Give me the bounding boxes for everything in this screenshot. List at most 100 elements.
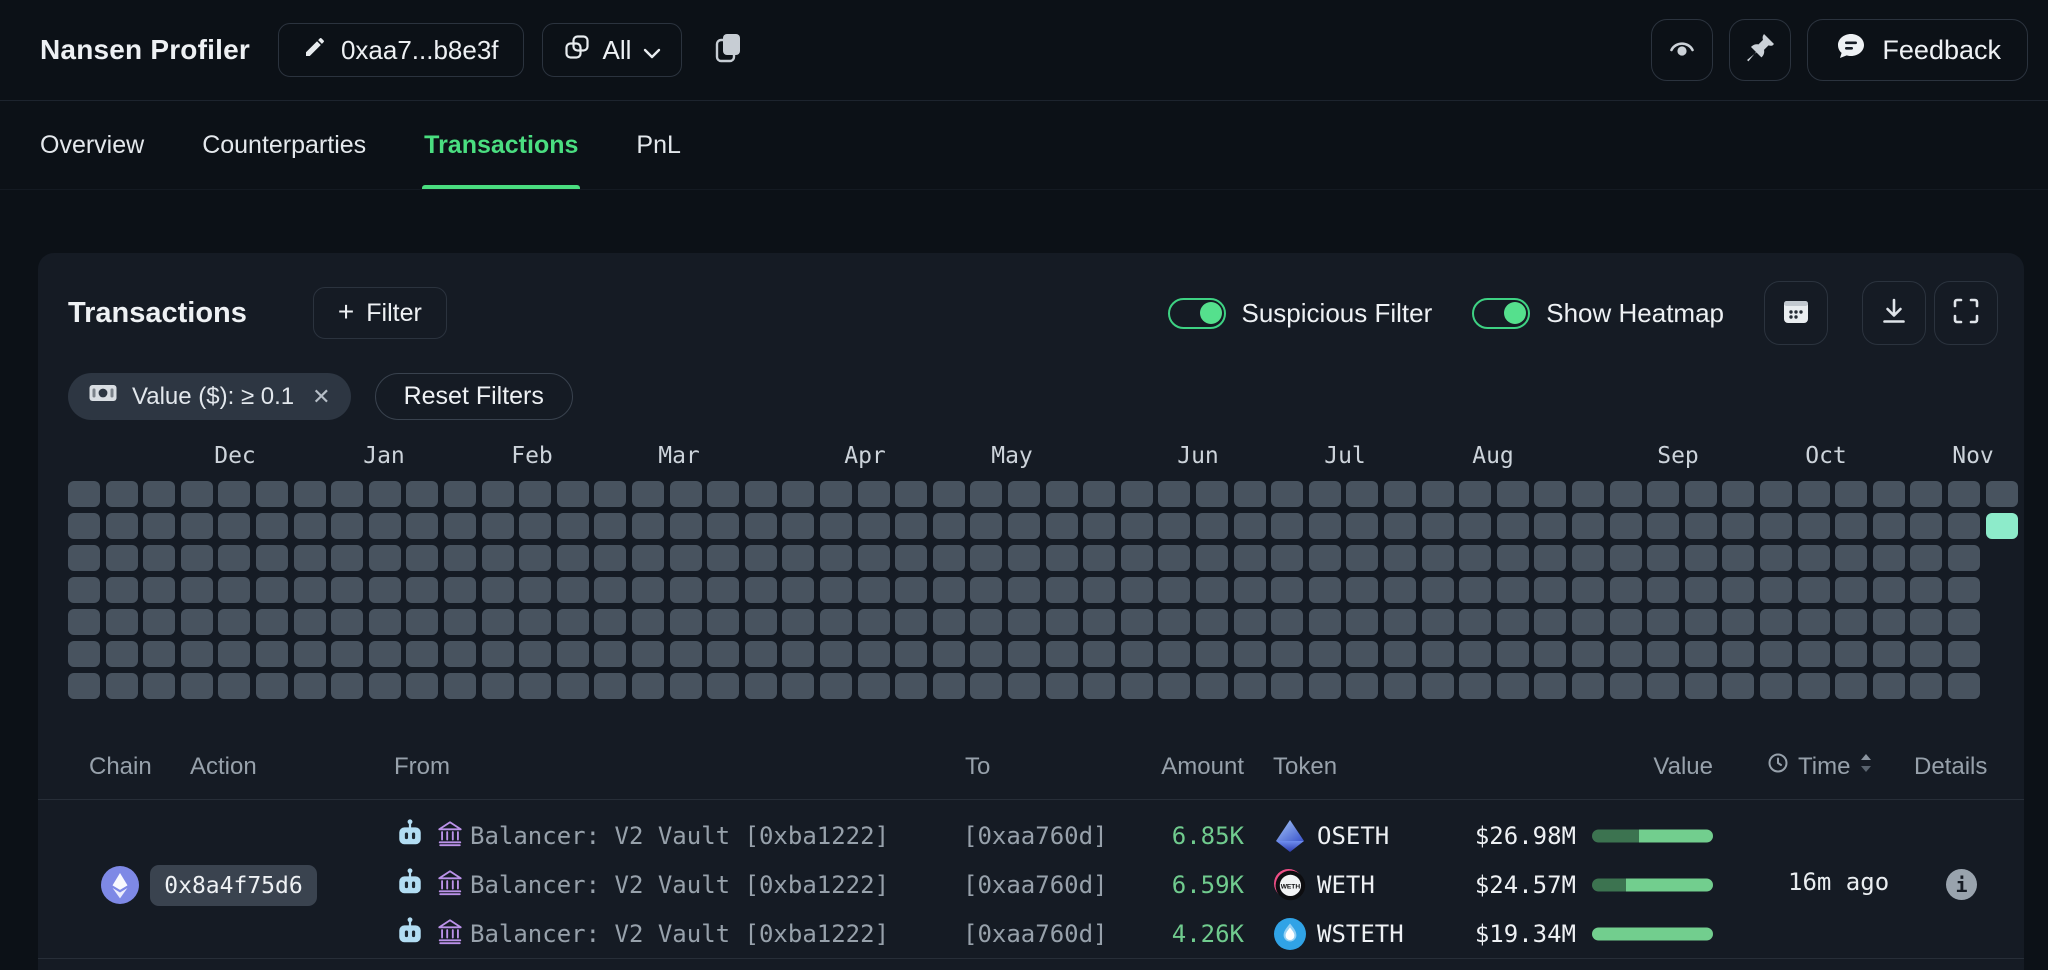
value-filter-chip[interactable]: Value ($): ≥ 0.1 ✕ <box>68 373 351 420</box>
heatmap-cell[interactable] <box>1046 545 1078 571</box>
heatmap-cell[interactable] <box>1309 513 1341 539</box>
heatmap-cell[interactable] <box>1685 609 1717 635</box>
heatmap-cell[interactable] <box>331 577 363 603</box>
heatmap-cell[interactable] <box>1835 545 1867 571</box>
heatmap-cell[interactable] <box>294 673 326 699</box>
heatmap-cell[interactable] <box>181 513 213 539</box>
heatmap-cell[interactable] <box>1497 577 1529 603</box>
tab-counterparties[interactable]: Counterparties <box>202 101 366 189</box>
heatmap-cell[interactable] <box>1459 545 1491 571</box>
heatmap-cell[interactable] <box>1873 577 1905 603</box>
heatmap-cell[interactable] <box>707 545 739 571</box>
heatmap-cell[interactable] <box>1497 641 1529 667</box>
heatmap-cell[interactable] <box>1234 577 1266 603</box>
heatmap-cell[interactable] <box>820 513 852 539</box>
chain-filter-dropdown[interactable]: All <box>542 23 683 77</box>
heatmap-cell[interactable] <box>68 641 100 667</box>
heatmap-cell[interactable] <box>1459 609 1491 635</box>
heatmap-cell[interactable] <box>143 641 175 667</box>
heatmap-cell[interactable] <box>782 641 814 667</box>
heatmap-cell[interactable] <box>444 577 476 603</box>
heatmap-cell[interactable] <box>181 545 213 571</box>
heatmap-cell[interactable] <box>670 577 702 603</box>
heatmap-cell[interactable] <box>1835 481 1867 507</box>
heatmap-cell[interactable] <box>482 481 514 507</box>
heatmap-cell[interactable] <box>1008 513 1040 539</box>
heatmap-cell[interactable] <box>218 545 250 571</box>
heatmap-cell[interactable] <box>1271 513 1303 539</box>
heatmap-cell[interactable] <box>1948 673 1980 699</box>
from-address[interactable]: Balancer: V2 Vault [0xba1222] <box>470 871 889 899</box>
heatmap-cell[interactable] <box>482 609 514 635</box>
heatmap-cell[interactable] <box>745 545 777 571</box>
heatmap-cell[interactable] <box>1234 513 1266 539</box>
heatmap-cell[interactable] <box>1647 577 1679 603</box>
heatmap-cell[interactable] <box>369 513 401 539</box>
heatmap-cell[interactable] <box>933 577 965 603</box>
info-icon[interactable]: i <box>1946 869 1977 900</box>
heatmap-cell[interactable] <box>1873 513 1905 539</box>
heatmap-cell[interactable] <box>444 641 476 667</box>
suspicious-filter-toggle[interactable] <box>1168 298 1226 329</box>
heatmap-cell[interactable] <box>1234 481 1266 507</box>
heatmap-cell[interactable] <box>143 609 175 635</box>
heatmap-cell[interactable] <box>519 545 551 571</box>
heatmap-cell[interactable] <box>331 673 363 699</box>
heatmap-cell[interactable] <box>1610 481 1642 507</box>
heatmap-cell[interactable] <box>1798 673 1830 699</box>
heatmap-cell[interactable] <box>444 673 476 699</box>
heatmap-cell[interactable] <box>406 609 438 635</box>
heatmap-cell[interactable] <box>1459 641 1491 667</box>
heatmap-cell[interactable] <box>632 577 664 603</box>
heatmap-cell[interactable] <box>1083 641 1115 667</box>
heatmap-cell[interactable] <box>632 481 664 507</box>
heatmap-cell[interactable] <box>369 545 401 571</box>
pin-button[interactable] <box>1729 19 1791 81</box>
address-pill[interactable]: 0xaa7...b8e3f <box>278 23 524 77</box>
heatmap-cell[interactable] <box>181 641 213 667</box>
heatmap-cell[interactable] <box>519 481 551 507</box>
heatmap-cell[interactable] <box>1948 513 1980 539</box>
heatmap-cell[interactable] <box>143 513 175 539</box>
heatmap-cell[interactable] <box>369 673 401 699</box>
heatmap-cell[interactable] <box>1346 673 1378 699</box>
heatmap-cell[interactable] <box>1835 577 1867 603</box>
heatmap-cell[interactable] <box>1309 673 1341 699</box>
heatmap-cell[interactable] <box>406 545 438 571</box>
heatmap-cell[interactable] <box>1722 577 1754 603</box>
heatmap-cell[interactable] <box>331 481 363 507</box>
heatmap-cell[interactable] <box>1534 481 1566 507</box>
heatmap-cell[interactable] <box>444 481 476 507</box>
date-range-button[interactable] <box>1764 281 1828 345</box>
heatmap-cell[interactable] <box>1384 641 1416 667</box>
heatmap-cell[interactable] <box>707 673 739 699</box>
heatmap-cell[interactable] <box>1722 609 1754 635</box>
heatmap-cell[interactable] <box>1948 609 1980 635</box>
heatmap-cell[interactable] <box>1873 673 1905 699</box>
heatmap-cell[interactable] <box>933 481 965 507</box>
from-address[interactable]: Balancer: V2 Vault [0xba1222] <box>470 920 889 948</box>
heatmap-cell[interactable] <box>1572 577 1604 603</box>
heatmap-cell[interactable] <box>1046 513 1078 539</box>
heatmap-cell[interactable] <box>106 673 138 699</box>
heatmap-cell[interactable] <box>1008 577 1040 603</box>
heatmap-cell[interactable] <box>1497 513 1529 539</box>
heatmap-cell[interactable] <box>256 577 288 603</box>
heatmap-cell[interactable] <box>106 513 138 539</box>
heatmap-cell[interactable] <box>331 545 363 571</box>
heatmap-cell[interactable] <box>1121 513 1153 539</box>
heatmap-cell[interactable] <box>594 481 626 507</box>
heatmap-cell[interactable] <box>1008 545 1040 571</box>
heatmap-cell[interactable] <box>294 513 326 539</box>
heatmap-cell[interactable] <box>482 577 514 603</box>
heatmap-cell[interactable] <box>1760 641 1792 667</box>
heatmap-cell[interactable] <box>1158 513 1190 539</box>
heatmap-cell[interactable] <box>519 641 551 667</box>
heatmap-cell[interactable] <box>1873 545 1905 571</box>
heatmap-cell[interactable] <box>970 673 1002 699</box>
heatmap-cell[interactable] <box>745 513 777 539</box>
heatmap-cell[interactable] <box>1760 545 1792 571</box>
fullscreen-button[interactable] <box>1934 281 1998 345</box>
heatmap-cell[interactable] <box>557 609 589 635</box>
heatmap-cell[interactable] <box>1610 641 1642 667</box>
